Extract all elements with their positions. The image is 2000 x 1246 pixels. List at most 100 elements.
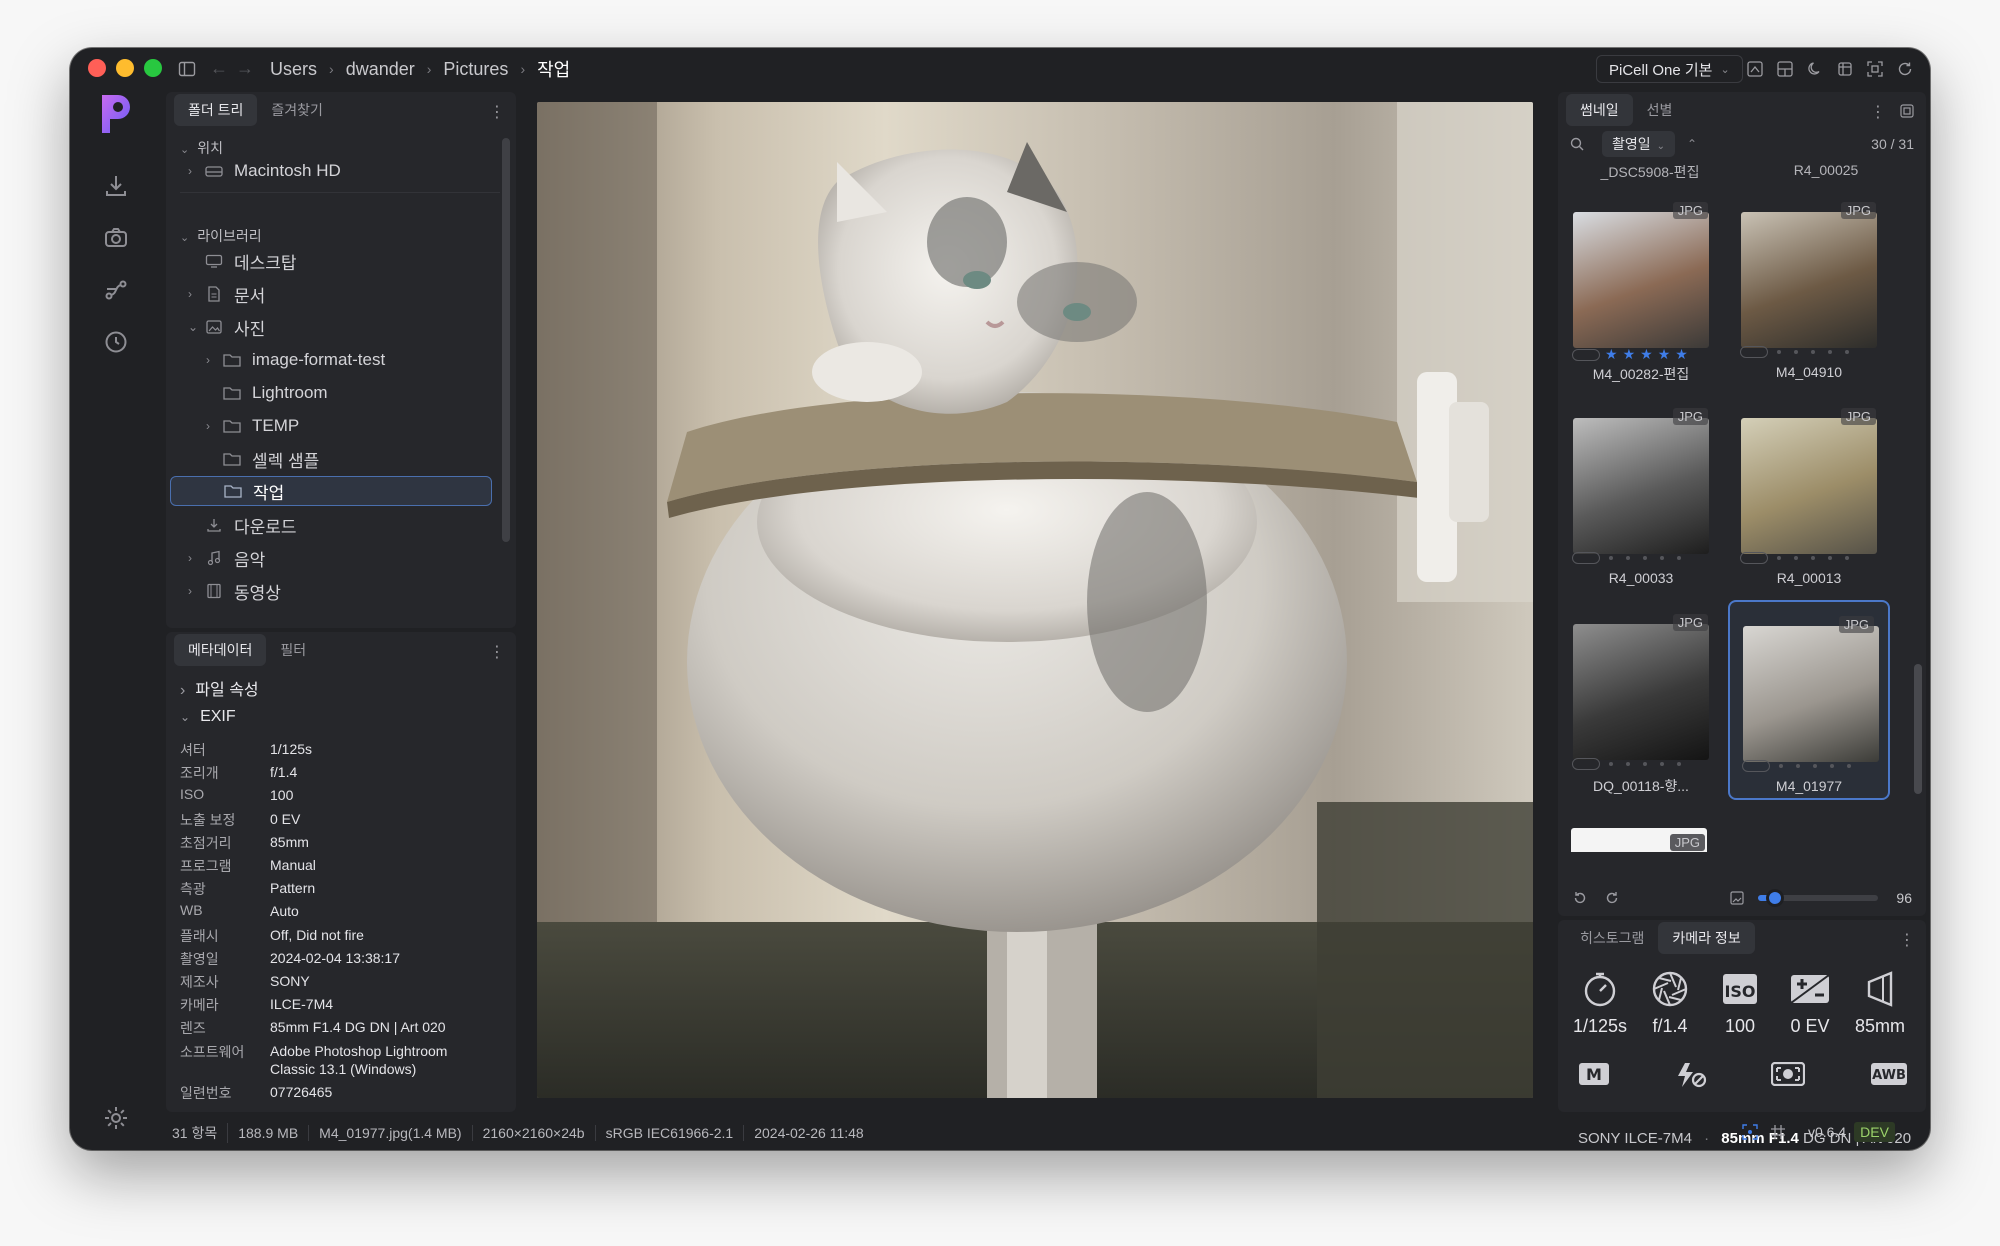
layers-icon[interactable] xyxy=(1836,60,1854,78)
empty-star-dot[interactable] xyxy=(1811,350,1815,354)
empty-star-dot[interactable] xyxy=(1847,764,1851,768)
empty-star-dot[interactable] xyxy=(1796,764,1800,768)
camera-icon[interactable] xyxy=(92,214,140,262)
empty-star-dot[interactable] xyxy=(1777,556,1781,560)
empty-star-dot[interactable] xyxy=(1609,762,1613,766)
empty-star-dot[interactable] xyxy=(1660,762,1664,766)
exif-value[interactable]: SONY xyxy=(270,972,480,992)
empty-star-dot[interactable] xyxy=(1828,556,1832,560)
more-options-icon[interactable]: ⋮ xyxy=(1870,102,1886,122)
exif-value[interactable]: 1/125s xyxy=(270,740,480,760)
empty-star-dot[interactable] xyxy=(1779,764,1783,768)
tree-item-lightroom[interactable]: Lightroom xyxy=(206,378,328,408)
thumbnail-item[interactable]: JPG R4_00033 xyxy=(1560,394,1722,594)
empty-star-dot[interactable] xyxy=(1845,350,1849,354)
file-props-section[interactable]: › 파일 속성 xyxy=(180,676,259,700)
breadcrumb-dwander[interactable]: dwander xyxy=(346,59,415,80)
exif-value[interactable]: 100 xyxy=(270,786,480,804)
library-section-header[interactable]: ⌄ 라이브러리 xyxy=(180,226,262,246)
more-options-icon[interactable]: ⋮ xyxy=(1899,930,1915,950)
empty-star-dot[interactable] xyxy=(1794,350,1798,354)
exif-value[interactable]: ILCE-7M4 xyxy=(270,995,480,1015)
minimize-window-button[interactable] xyxy=(116,59,134,77)
crop-grid-icon[interactable] xyxy=(1770,1124,1786,1140)
tree-item-select-sample[interactable]: 셀렉 샘플 xyxy=(206,444,319,474)
empty-star-dot[interactable] xyxy=(1777,350,1781,354)
exif-value[interactable]: 0 EV xyxy=(270,810,480,830)
sort-direction-icon[interactable]: ⌃ xyxy=(1687,137,1697,151)
exif-value[interactable]: Manual xyxy=(270,856,480,876)
tree-item-music[interactable]: › 음악 xyxy=(188,543,265,573)
exif-value[interactable]: Pattern xyxy=(270,879,480,899)
tree-item-videos[interactable]: › 동영상 xyxy=(188,576,281,606)
location-section-header[interactable]: ⌄ 위치 xyxy=(180,138,223,158)
tab-histogram[interactable]: 히스토그램 xyxy=(1566,922,1658,954)
thumbnail-image[interactable] xyxy=(1741,212,1877,348)
rotate-left-icon[interactable] xyxy=(1572,890,1588,906)
thumbnail-partial[interactable]: JPG xyxy=(1571,828,1707,852)
tree-item-macintosh-hd[interactable]: › Macintosh HD xyxy=(188,156,341,186)
tab-thumbnails[interactable]: 썸네일 xyxy=(1566,94,1633,126)
fit-screen-icon[interactable] xyxy=(1866,60,1884,78)
close-window-button[interactable] xyxy=(88,59,106,77)
sidebar-toggle-icon[interactable] xyxy=(178,60,196,83)
preset-dropdown[interactable]: PiCell One 기본 ⌄ xyxy=(1596,55,1743,83)
pick-toggle[interactable] xyxy=(1740,552,1768,564)
more-options-icon[interactable]: ⋮ xyxy=(489,642,505,662)
empty-star-dot[interactable] xyxy=(1830,764,1834,768)
compare-view-icon[interactable] xyxy=(1746,60,1764,78)
tab-favorites[interactable]: 즐겨찾기 xyxy=(257,94,337,126)
exif-value[interactable]: Auto xyxy=(270,902,480,920)
exif-section[interactable]: ⌄ EXIF xyxy=(180,708,236,726)
zoom-window-button[interactable] xyxy=(144,59,162,77)
breadcrumb-current[interactable]: 작업 xyxy=(537,56,570,82)
breadcrumb-pictures[interactable]: Pictures xyxy=(443,59,508,80)
tree-item-image-format-test[interactable]: › image-format-test xyxy=(206,345,385,375)
slider-knob[interactable] xyxy=(1766,889,1785,907)
empty-star-dot[interactable] xyxy=(1626,556,1630,560)
star-icon[interactable]: ★ xyxy=(1658,346,1671,363)
more-options-icon[interactable]: ⋮ xyxy=(489,102,505,122)
star-icon[interactable]: ★ xyxy=(1640,346,1653,363)
forward-arrow-icon[interactable]: → xyxy=(236,58,254,79)
empty-star-dot[interactable] xyxy=(1677,762,1681,766)
tab-metadata[interactable]: 메타데이터 xyxy=(174,634,267,666)
thumbnail-image[interactable] xyxy=(1743,626,1879,762)
thumbnail-item[interactable]: JPG M4_01977 xyxy=(1728,600,1890,800)
import-icon[interactable] xyxy=(92,162,140,210)
empty-star-dot[interactable] xyxy=(1828,350,1832,354)
main-preview-image[interactable] xyxy=(537,102,1533,1098)
empty-star-dot[interactable] xyxy=(1677,556,1681,560)
tree-item-work[interactable]: 작업 xyxy=(170,476,492,506)
workflow-icon[interactable] xyxy=(92,266,140,314)
focus-point-icon[interactable] xyxy=(1742,1124,1758,1140)
expand-panel-icon[interactable] xyxy=(1900,104,1914,118)
empty-star-dot[interactable] xyxy=(1813,764,1817,768)
tab-camera-info[interactable]: 카메라 정보 xyxy=(1658,922,1755,954)
pick-toggle[interactable] xyxy=(1742,760,1770,772)
pick-toggle[interactable] xyxy=(1572,758,1600,770)
thumb-size-slider[interactable] xyxy=(1758,889,1878,907)
thumbnail-image[interactable] xyxy=(1741,418,1877,554)
tree-item-temp[interactable]: › TEMP xyxy=(206,411,299,441)
pick-toggle[interactable] xyxy=(1572,552,1600,564)
tree-item-photos[interactable]: ⌄ 사진 xyxy=(188,312,265,342)
tree-item-documents[interactable]: › 문서 xyxy=(188,279,265,309)
sort-dropdown[interactable]: 촬영일 ⌄ xyxy=(1602,131,1676,157)
thumbnail-image[interactable] xyxy=(1573,624,1709,760)
empty-star-dot[interactable] xyxy=(1660,556,1664,560)
search-icon[interactable] xyxy=(1570,137,1584,151)
thumbnail-scrollbar[interactable] xyxy=(1914,664,1922,794)
star-icon[interactable]: ★ xyxy=(1675,346,1688,363)
pick-toggle[interactable] xyxy=(1740,346,1768,358)
thumbnail-image[interactable] xyxy=(1573,212,1709,348)
rotate-right-icon[interactable] xyxy=(1604,890,1620,906)
exif-value[interactable]: Off, Did not fire xyxy=(270,926,480,946)
tab-culling[interactable]: 선별 xyxy=(1633,94,1687,126)
tree-scrollbar[interactable] xyxy=(502,138,510,542)
settings-gear-icon[interactable] xyxy=(92,1094,140,1142)
refresh-icon[interactable] xyxy=(1896,60,1914,78)
exif-value[interactable]: f/1.4 xyxy=(270,763,480,783)
exif-value[interactable]: 2024-02-04 13:38:17 xyxy=(270,949,480,969)
empty-star-dot[interactable] xyxy=(1643,762,1647,766)
